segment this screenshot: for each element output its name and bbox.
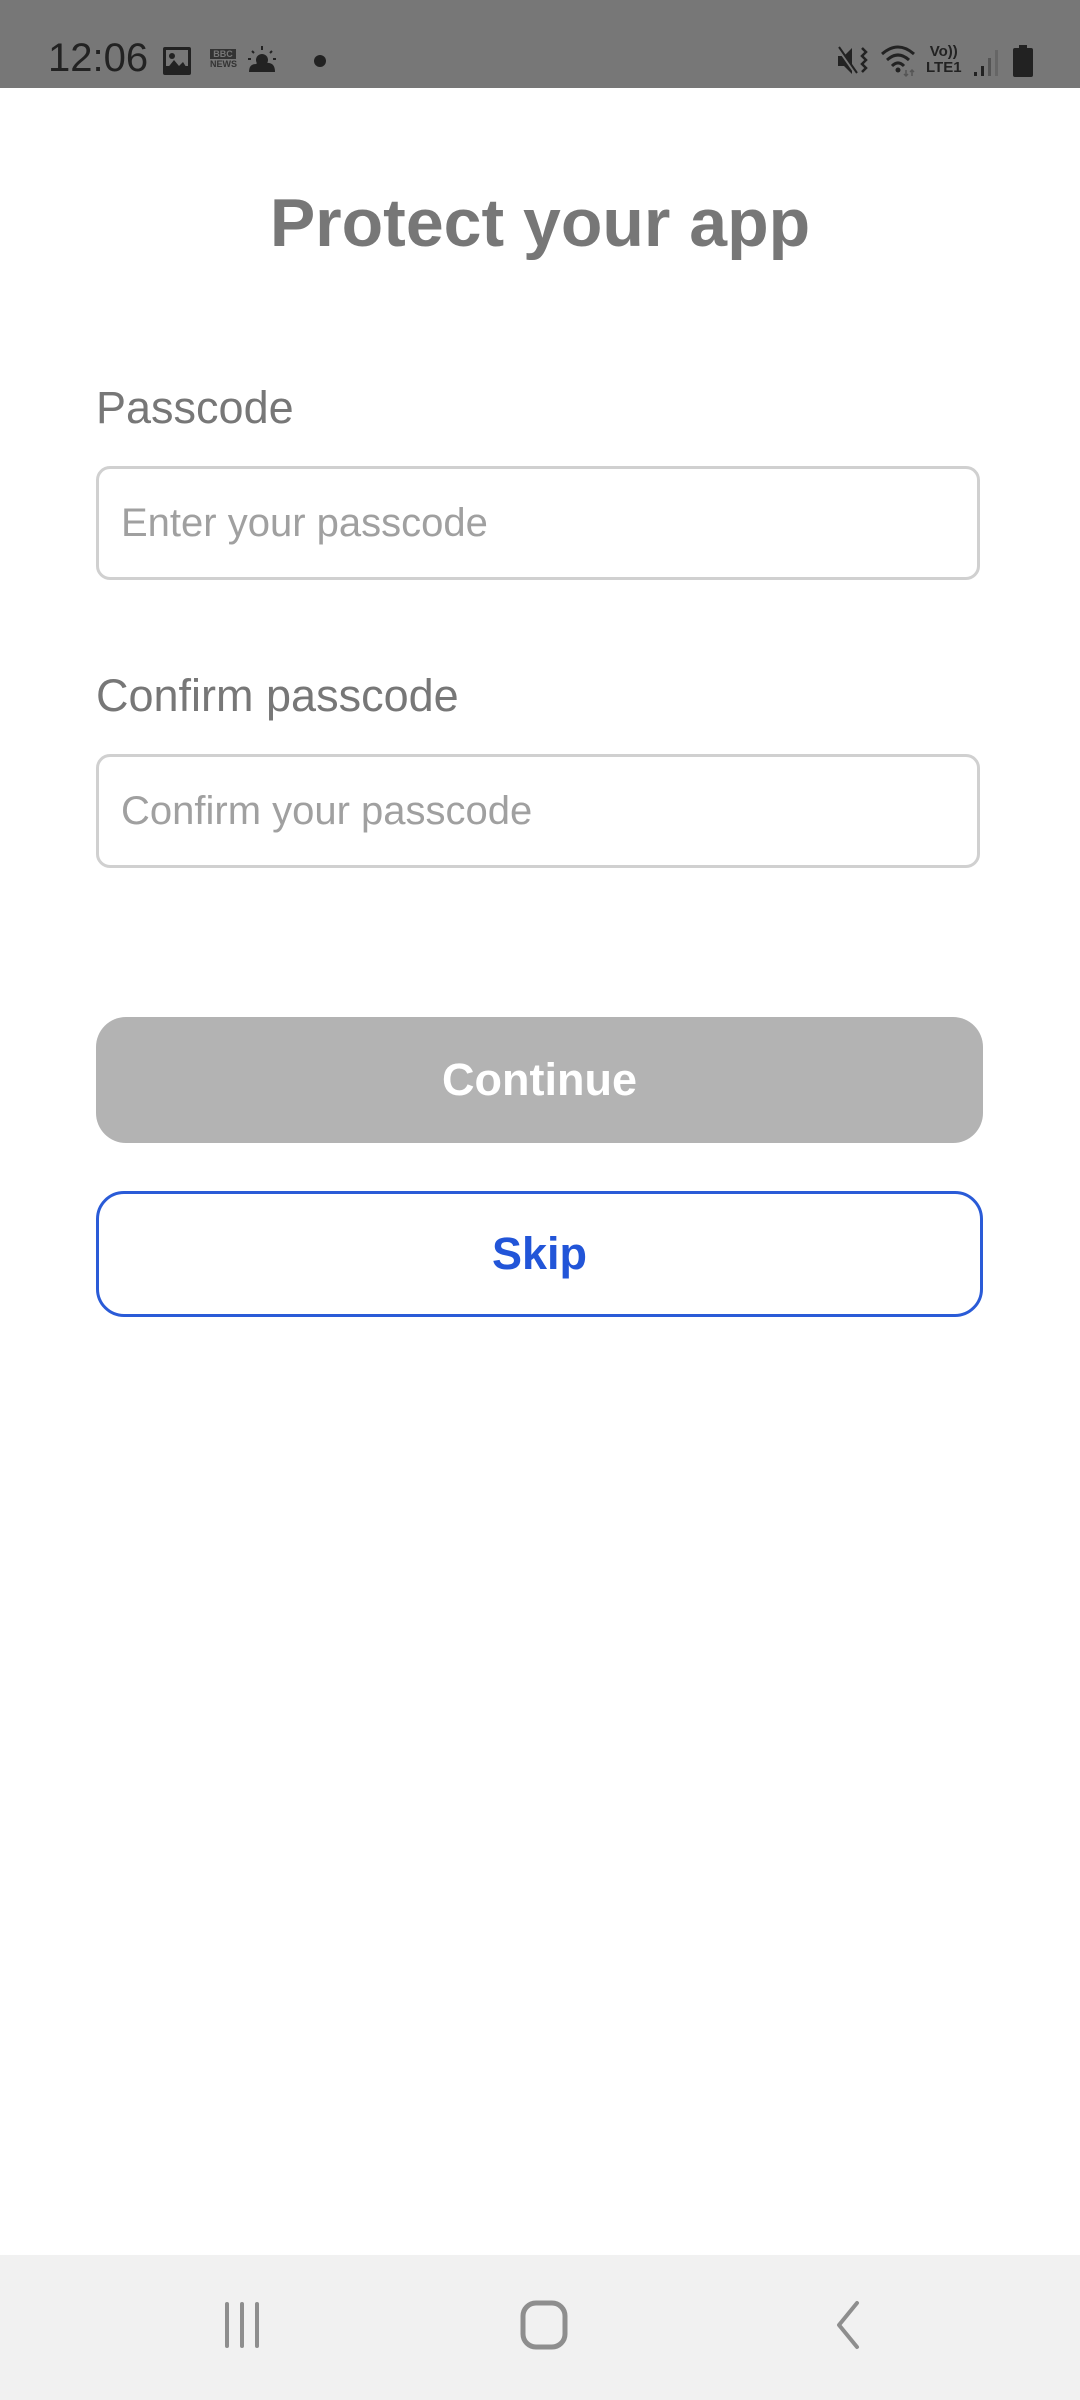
confirm-passcode-field-container bbox=[96, 754, 980, 868]
battery-icon bbox=[1013, 45, 1033, 77]
volte-lte1-icon: Vo)) LTE1 bbox=[926, 44, 962, 76]
confirm-passcode-input[interactable] bbox=[99, 757, 977, 865]
weather-icon bbox=[248, 46, 276, 72]
mute-vibrate-icon bbox=[836, 46, 868, 75]
status-time: 12:06 bbox=[48, 36, 149, 80]
back-icon bbox=[837, 2301, 859, 2349]
passcode-input[interactable] bbox=[99, 469, 977, 577]
bbc-news-bottom: NEWS bbox=[210, 59, 237, 69]
recent-apps-button[interactable] bbox=[197, 2285, 287, 2365]
home-button[interactable] bbox=[499, 2285, 589, 2365]
continue-button[interactable]: Continue bbox=[96, 1017, 983, 1143]
home-icon bbox=[520, 2300, 568, 2350]
lte-label: LTE1 bbox=[926, 59, 962, 76]
notification-dot-icon bbox=[314, 55, 326, 67]
passcode-label: Passcode bbox=[96, 382, 294, 433]
system-nav-bar bbox=[0, 2255, 1080, 2400]
status-bar: 12:06 BBC NEWS Vo)) LTE1 bbox=[0, 0, 1080, 88]
confirm-passcode-label: Confirm passcode bbox=[96, 670, 459, 721]
back-button[interactable] bbox=[802, 2285, 892, 2365]
gallery-icon bbox=[163, 47, 191, 75]
passcode-field-container bbox=[96, 466, 980, 580]
page-title: Protect your app bbox=[269, 185, 811, 261]
wifi-icon bbox=[881, 45, 915, 78]
skip-button[interactable]: Skip bbox=[96, 1191, 983, 1317]
bbc-news-icon: BBC NEWS bbox=[210, 49, 237, 69]
bbc-news-top: BBC bbox=[210, 49, 236, 59]
volte-label: Vo)) bbox=[929, 43, 958, 60]
recent-apps-icon bbox=[225, 2302, 259, 2348]
signal-icon bbox=[974, 50, 998, 76]
